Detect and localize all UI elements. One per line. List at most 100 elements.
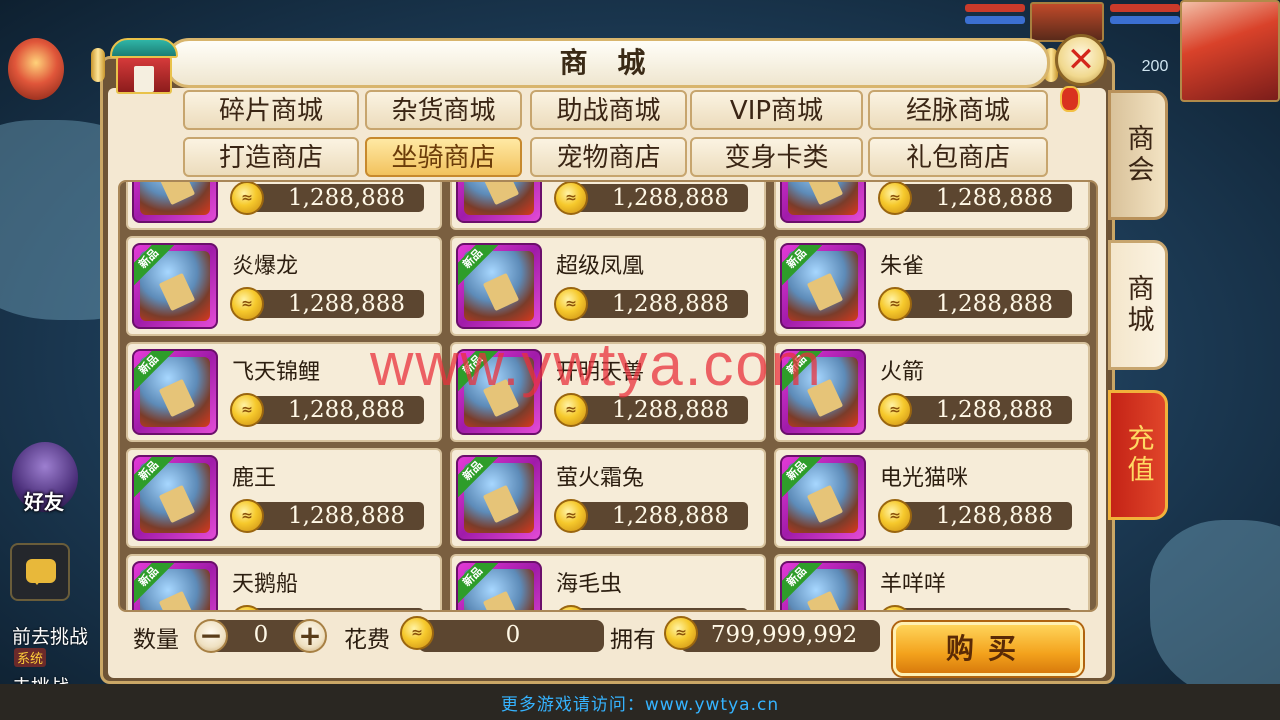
item-name: 电光猫咪 <box>880 466 969 491</box>
side-tab-shop[interactable]: 商城 <box>1108 240 1168 370</box>
gold-coin-icon: ≈ <box>878 287 912 321</box>
item-price: 1,288,888 <box>246 290 424 318</box>
item-price <box>246 608 424 610</box>
item-card[interactable]: 新品 电光猫咪 1,288,888 ≈ <box>774 448 1090 548</box>
item-icon-frame: 新品 <box>132 455 218 541</box>
tab-assist-shop[interactable]: 助战商城 <box>530 90 687 130</box>
close-icon: ✕ <box>1066 40 1096 80</box>
decrease-quantity-button[interactable]: − <box>194 619 228 653</box>
gold-coin-icon: ≈ <box>878 393 912 427</box>
gold-coin-icon: ≈ <box>878 182 912 215</box>
item-price: 1,288,888 <box>570 502 748 530</box>
tab-grocery-shop[interactable]: 杂货商城 <box>365 90 522 130</box>
item-price: 1,288,888 <box>894 502 1072 530</box>
title-scroll-rod-left <box>91 48 105 82</box>
item-card[interactable]: 新品海毛虫≈ <box>450 554 766 610</box>
item-icon-frame: 新品 <box>132 182 218 223</box>
close-button[interactable]: ✕ <box>1055 34 1107 86</box>
gold-coin-icon: ≈ <box>230 287 264 321</box>
gold-coin-icon: ≈ <box>878 499 912 533</box>
gold-coin-icon: ≈ <box>230 393 264 427</box>
item-name: 海毛虫 <box>556 572 623 597</box>
mount-item-icon <box>140 182 210 215</box>
shop-title: 商 城 <box>559 46 656 79</box>
pet-hp-bar <box>1110 4 1180 12</box>
item-price: 1,288,888 <box>894 396 1072 424</box>
item-card[interactable]: 新品天鹅船≈ <box>126 554 442 610</box>
item-icon-frame: 新品 <box>456 243 542 329</box>
item-card[interactable]: 新品羊咩咩≈ <box>774 554 1090 610</box>
hp-value: 200 <box>1141 58 1169 75</box>
item-card[interactable]: 新品 1,288,888≈ <box>774 182 1090 230</box>
gold-coin-icon: ≈ <box>230 182 264 215</box>
friends-label: 好友 <box>24 490 64 514</box>
cost-value: 0 <box>505 622 521 648</box>
item-card[interactable]: 新品 鹿王 1,288,888 ≈ <box>126 448 442 548</box>
item-card[interactable]: 新品 超级凤凰 1,288,888 ≈ <box>450 236 766 336</box>
item-icon-frame: 新品 <box>132 243 218 329</box>
item-price: 1,288,888 <box>894 290 1072 318</box>
tab-transform-cards[interactable]: 变身卡类 <box>690 137 863 177</box>
item-price: 1,288,888 <box>246 502 424 530</box>
item-icon-frame: 新品 <box>456 455 542 541</box>
item-price: 1,288,888 <box>570 396 748 424</box>
owned-label: 拥有 <box>610 627 656 653</box>
background-ice-shape <box>1150 520 1280 700</box>
buy-button[interactable]: 购买 <box>893 622 1083 676</box>
owned-value: 799,999,992 <box>710 622 858 648</box>
chat-button[interactable] <box>10 543 70 601</box>
tab-vip-shop[interactable]: VIP商城 <box>690 90 863 130</box>
item-icon-frame: 新品 <box>780 561 866 610</box>
gold-coin-icon: ≈ <box>230 499 264 533</box>
item-price: 1,288,888 <box>570 290 748 318</box>
side-tab-recharge[interactable]: 充值 <box>1108 390 1168 520</box>
gold-coin-icon: ≈ <box>400 616 434 650</box>
tab-forge-shop[interactable]: 打造商店 <box>183 137 359 177</box>
chat-bubble-icon <box>26 559 56 585</box>
item-icon-frame: 新品 <box>780 243 866 329</box>
tab-gift-shop[interactable]: 礼包商店 <box>868 137 1048 177</box>
gold-coin-icon: ≈ <box>554 499 588 533</box>
quantity-value[interactable]: 0 <box>233 622 289 648</box>
mount-item-icon <box>464 182 534 215</box>
item-card[interactable]: 新品 炎爆龙 1,288,888 ≈ <box>126 236 442 336</box>
item-card[interactable]: 新品 萤火霜兔 1,288,888 ≈ <box>450 448 766 548</box>
side-tab-guild[interactable]: 商会 <box>1108 90 1168 220</box>
item-price: 1,288,888 <box>570 184 748 212</box>
item-name: 火箭 <box>880 360 925 385</box>
player-avatar[interactable] <box>1180 0 1280 102</box>
item-name: 鹿王 <box>232 466 277 491</box>
minus-icon: − <box>199 619 223 652</box>
item-card[interactable]: 新品 朱雀 1,288,888 ≈ <box>774 236 1090 336</box>
tab-mount-shop[interactable]: 坐骑商店 <box>365 137 522 177</box>
item-name: 羊咩咩 <box>880 572 947 597</box>
tab-fragment-shop[interactable]: 碎片商城 <box>183 90 359 130</box>
item-name: 朱雀 <box>880 254 925 279</box>
item-name: 飞天锦鲤 <box>232 360 321 385</box>
item-price: 1,288,888 <box>246 396 424 424</box>
mp-bar <box>965 16 1025 24</box>
task-text-1[interactable]: 前去挑战 <box>12 622 88 649</box>
footer-bar: 更多游戏请访问：www.ywtya.cn <box>0 684 1280 720</box>
item-icon-frame: 新品 <box>456 182 542 223</box>
tab-pet-shop[interactable]: 宠物商店 <box>530 137 687 177</box>
item-price: 1,288,888 <box>246 184 424 212</box>
item-card[interactable]: 新品 1,288,888≈ <box>126 182 442 230</box>
lantern-icon <box>1060 86 1080 112</box>
watermark-text: www.ywtya.com <box>370 331 823 398</box>
gold-coin-icon: ≈ <box>554 287 588 321</box>
tab-meridian-shop[interactable]: 经脉商城 <box>868 90 1048 130</box>
mount-item-icon <box>788 182 858 215</box>
item-card[interactable]: 新品 1,288,888≈ <box>450 182 766 230</box>
footer-link-text[interactable]: 更多游戏请访问：www.ywtya.cn <box>501 690 779 715</box>
fortune-god-icon[interactable] <box>8 38 64 100</box>
shop-building-icon <box>108 38 180 96</box>
increase-quantity-button[interactable]: + <box>293 619 327 653</box>
item-name: 超级凤凰 <box>556 254 645 279</box>
hp-bar <box>965 4 1025 12</box>
item-name: 天鹅船 <box>232 572 299 597</box>
item-icon-frame: 新品 <box>780 455 866 541</box>
item-icon-frame: 新品 <box>780 182 866 223</box>
shop-title-bar: 商 城 <box>165 38 1050 88</box>
item-icon-frame: 新品 <box>132 561 218 610</box>
